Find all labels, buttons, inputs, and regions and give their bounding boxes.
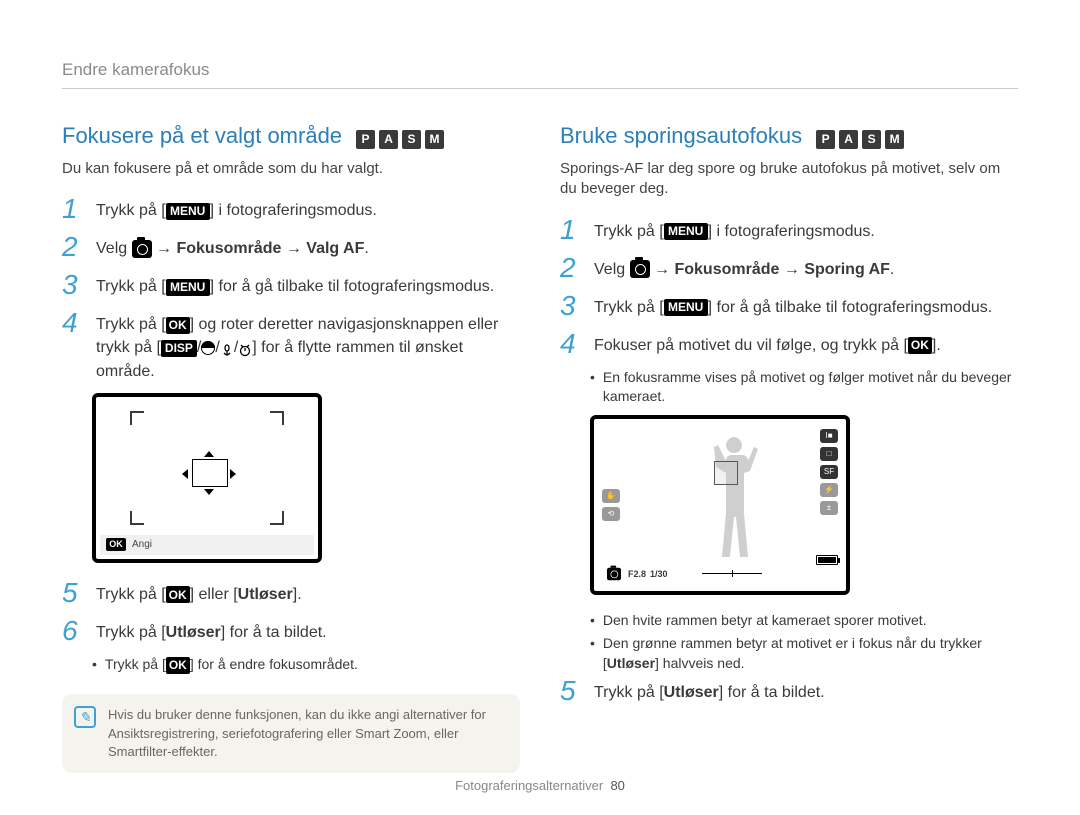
ok-button-icon: OK: [166, 317, 190, 334]
note-icon: ✎: [74, 706, 96, 728]
ok-button-icon: OK: [106, 538, 126, 551]
mode-icons: P A S M: [356, 130, 444, 149]
hud-single-af-icon: □: [820, 447, 838, 461]
step-number: 2: [62, 233, 86, 261]
hud-hand-icon: ✋: [602, 489, 620, 503]
left-step2: Velg → Fokusområde → Valg AF.: [96, 233, 520, 260]
left-figure: OK Angi: [92, 393, 520, 563]
hud-megapixel-icon: I■: [820, 429, 838, 443]
hud-stabilizer-icon: ⟲: [602, 507, 620, 521]
note-box: ✎ Hvis du bruker denne funksjonen, kan d…: [62, 694, 520, 773]
tracking-focus-square: [714, 461, 738, 485]
battery-icon: [816, 555, 838, 565]
arrow-left-icon: [182, 469, 188, 479]
right-step5: Trykk på [Utløser] for å ta bildet.: [594, 677, 1018, 704]
hud-exposure-scale: [702, 573, 762, 574]
mode-m-icon: M: [885, 130, 904, 149]
step-number: 4: [560, 330, 584, 358]
left-step1: Trykk på [MENU] i fotograferingsmodus.: [96, 195, 520, 222]
angi-label: Angi: [132, 539, 152, 550]
menu-button-icon: MENU: [166, 203, 210, 220]
arrow-right-icon: [230, 469, 236, 479]
mode-s-icon: S: [862, 130, 881, 149]
self-timer-icon: [238, 341, 252, 355]
right-step4: Fokuser på motivet du vil følge, og tryk…: [594, 330, 1018, 357]
mode-p-icon: P: [816, 130, 835, 149]
step-number: 1: [560, 216, 584, 244]
left-heading: Fokusere på et valgt område: [62, 123, 342, 149]
step-number: 5: [62, 579, 86, 607]
disp-button-icon: DISP: [161, 340, 197, 357]
right-column: Bruke sporingsautofokus P A S M Sporings…: [560, 123, 1018, 773]
step-number: 3: [62, 271, 86, 299]
mode-m-icon: M: [425, 130, 444, 149]
menu-button-icon: MENU: [664, 299, 708, 316]
subject-silhouette: [704, 431, 764, 561]
left-step4: Trykk på [OK] og roter deretter navigasj…: [96, 309, 520, 383]
camera-screen-illustration: OK Angi: [92, 393, 322, 563]
hud-superfine-icon: SF: [820, 465, 838, 479]
arrow-down-icon: [204, 489, 214, 495]
right-bullet4: En fokusramme vises på motivet og følger…: [590, 368, 1018, 407]
mode-icons: P A S M: [816, 130, 904, 149]
right-bullet5a: Den hvite rammen betyr at kameraet spore…: [590, 611, 1018, 631]
menu-button-icon: MENU: [166, 279, 210, 296]
left-step3: Trykk på [MENU] for å gå tilbake til fot…: [96, 271, 520, 298]
mode-a-icon: A: [839, 130, 858, 149]
hud-flash-icon: ⚡: [820, 483, 838, 497]
hud-expcomp-icon: ±: [820, 501, 838, 515]
right-bullet5b: Den grønne rammen betyr at motivet er i …: [590, 634, 1018, 673]
step-number: 6: [62, 617, 86, 645]
mode-s-icon: S: [402, 130, 421, 149]
menu-button-icon: MENU: [664, 223, 708, 240]
mode-p-icon: P: [356, 130, 375, 149]
right-heading: Bruke sporingsautofokus: [560, 123, 802, 149]
mode-a-icon: A: [379, 130, 398, 149]
ok-button-icon: OK: [166, 657, 190, 674]
arrow-up-icon: [204, 451, 214, 457]
hud-aperture: F2.8: [628, 569, 646, 579]
step-number: 3: [560, 292, 584, 320]
right-intro: Sporings-AF lar deg spore og bruke autof…: [560, 159, 1018, 200]
camera-icon: [132, 240, 152, 258]
right-step1: Trykk på [MENU] i fotograferingsmodus.: [594, 216, 1018, 243]
camera-screen-illustration: ✋ ⟲ I■ □ SF ⚡ ±: [590, 415, 850, 595]
left-step5: Trykk på [OK] eller [Utløser].: [96, 579, 520, 606]
step-number: 2: [560, 254, 584, 282]
left-intro: Du kan fokusere på et område som du har …: [62, 159, 520, 179]
page-footer: Fotograferingsalternativer 80: [0, 778, 1080, 793]
camera-icon: [630, 260, 650, 278]
focus-rectangle: [192, 459, 228, 487]
step-number: 5: [560, 677, 584, 705]
right-figure: ✋ ⟲ I■ □ SF ⚡ ±: [590, 415, 1018, 595]
section-title: Endre kamerafokus: [62, 60, 1018, 89]
left-bullet: Trykk på [OK] for å endre fokusområdet.: [92, 655, 520, 675]
right-step3: Trykk på [MENU] for å gå tilbake til fot…: [594, 292, 1018, 319]
step-number: 1: [62, 195, 86, 223]
hud-shutter: 1/30: [650, 569, 668, 579]
left-step6: Trykk på [Utløser] for å ta bildet.: [96, 617, 520, 644]
camera-mode-icon: [607, 567, 621, 580]
ok-button-icon: OK: [908, 337, 932, 354]
ok-button-icon: OK: [166, 586, 190, 603]
exposure-icon: [201, 341, 215, 355]
left-column: Fokusere på et valgt område P A S M Du k…: [62, 123, 520, 773]
macro-icon: [220, 341, 234, 355]
right-step2: Velg → Fokusområde → Sporing AF.: [594, 254, 1018, 281]
step-number: 4: [62, 309, 86, 337]
